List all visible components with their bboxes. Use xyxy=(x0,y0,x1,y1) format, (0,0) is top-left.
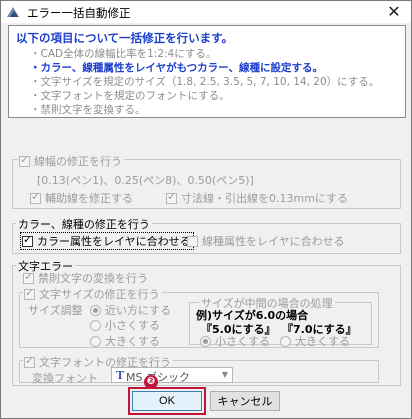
font-checkbox-box[interactable]: ✓ xyxy=(24,353,35,368)
forbidden-label: 禁則文字の変換を行う xyxy=(38,272,148,285)
auxiliary-checkbox-box[interactable]: ✓ xyxy=(30,189,41,204)
cancel-button[interactable]: キャンセル xyxy=(210,391,280,411)
forbidden-checkbox-box[interactable]: ✓ xyxy=(23,269,34,284)
info-line: ・禁則文字を変換する。 xyxy=(30,104,146,116)
linetype-layer-label: 線種属性をレイヤに合わせる xyxy=(202,235,345,248)
ok-label: OK xyxy=(159,395,175,407)
linewidth-checkbox-box[interactable]: ✓ xyxy=(19,152,30,167)
linewidth-label: 線幅の修正を行う xyxy=(34,155,122,168)
check-icon: ✓ xyxy=(24,269,34,283)
adjust-nearest-radio[interactable]: 近い方にする xyxy=(90,302,171,318)
adjust-nearest-label: 近い方にする xyxy=(105,304,172,317)
mid-larger-label: 大きくする xyxy=(295,335,350,348)
dimension-label: 寸法線・引出線を0.13mmにする xyxy=(181,192,349,205)
check-icon: ✓ xyxy=(167,189,177,203)
linetype-layer-checkbox[interactable]: 線種属性をレイヤに合わせる xyxy=(187,233,345,249)
linewidth-checkbox[interactable]: ✓ 線幅の修正を行う xyxy=(18,153,124,169)
close-icon[interactable]: ✕ xyxy=(377,1,411,23)
ok-button[interactable]: OK xyxy=(132,391,202,411)
forbidden-checkbox[interactable]: ✓ 禁則文字の変換を行う xyxy=(23,270,148,286)
size-adjust-label: サイズ調整 xyxy=(28,304,83,317)
text-size-label: 文字サイズの修正を行う xyxy=(39,288,160,301)
mid-smaller-label: 小さくする xyxy=(215,335,270,348)
check-icon: ✓ xyxy=(25,285,35,299)
chevron-down-icon[interactable]: ▼ xyxy=(218,368,232,382)
font-select[interactable]: T MS ゴシック ▼ xyxy=(111,367,233,384)
adjust-smaller-radio[interactable]: 小さくする xyxy=(90,317,160,333)
adjust-larger-label: 大きくする xyxy=(105,335,160,348)
dimension-checkbox[interactable]: ✓ 寸法線・引出線を0.13mmにする xyxy=(166,190,348,206)
font-type-icon: T xyxy=(116,369,125,382)
linewidth-detail: [0.13(ペン1)、0.25(ペン8)、0.50(ペン5)] xyxy=(37,174,254,187)
radio-dot[interactable] xyxy=(90,335,101,347)
check-icon: ✓ xyxy=(20,152,30,166)
info-heading: 以下の項目について一括修正を行います。 xyxy=(16,31,234,45)
auxiliary-checkbox[interactable]: ✓ 輔助線を修正する xyxy=(30,190,133,206)
linetype-layer-checkbox-box[interactable] xyxy=(187,235,198,247)
text-size-checkbox[interactable]: ✓ 文字サイズの修正を行う xyxy=(23,286,162,302)
info-panel: 以下の項目について一括修正を行います。 ・CAD全体の線幅比率を1:2:4にする… xyxy=(8,25,406,118)
check-icon: ✓ xyxy=(23,232,33,246)
info-line: ・文字フォントを規定のフォントにする。 xyxy=(30,90,230,102)
app-icon xyxy=(7,7,19,17)
error-fix-dialog: エラー一括自動修正 ✕ 以下の項目について一括修正を行います。 ・CAD全体の線… xyxy=(0,0,412,419)
radio-dot[interactable] xyxy=(90,304,101,316)
radio-dot[interactable] xyxy=(90,319,101,331)
radio-dot[interactable] xyxy=(280,335,291,347)
color-group-label: カラー、線種の修正を行う xyxy=(16,216,152,232)
cancel-label: キャンセル xyxy=(217,396,273,408)
info-line: ・文字サイズを規定のサイズ（1.8, 2.5, 3.5, 5, 7, 10, 1… xyxy=(30,76,380,88)
adjust-larger-radio[interactable]: 大きくする xyxy=(90,333,160,349)
font-select-value: MS ゴシック xyxy=(126,371,190,384)
check-icon: ✓ xyxy=(31,189,41,203)
radio-dot[interactable] xyxy=(200,335,211,347)
info-line: ・CAD全体の線幅比率を1:2:4にする。 xyxy=(30,48,217,60)
text-size-checkbox-box[interactable]: ✓ xyxy=(24,285,35,300)
info-line: ・カラー、線種属性をレイヤがもつカラー、線種に設定する。 xyxy=(30,62,324,74)
step-callout-number: ❷ xyxy=(146,376,156,387)
adjust-smaller-label: 小さくする xyxy=(105,319,160,332)
auxiliary-label: 輔助線を修正する xyxy=(45,192,133,205)
dimension-checkbox-box[interactable]: ✓ xyxy=(166,189,177,204)
check-icon: ✓ xyxy=(25,353,35,367)
color-layer-checkbox-box[interactable]: ✓ xyxy=(22,232,33,247)
color-layer-checkbox[interactable]: ✓ カラー属性をレイヤに合わせる xyxy=(20,232,194,250)
color-layer-label: カラー属性をレイヤに合わせる xyxy=(37,235,191,248)
title-bar: エラー一括自動修正 ✕ xyxy=(1,1,411,23)
window-title: エラー一括自動修正 xyxy=(27,6,131,20)
font-field-label: 変換フォント xyxy=(32,372,98,385)
mid-larger-radio[interactable]: 大きくする xyxy=(280,333,350,349)
mid-smaller-radio[interactable]: 小さくする xyxy=(200,333,270,349)
